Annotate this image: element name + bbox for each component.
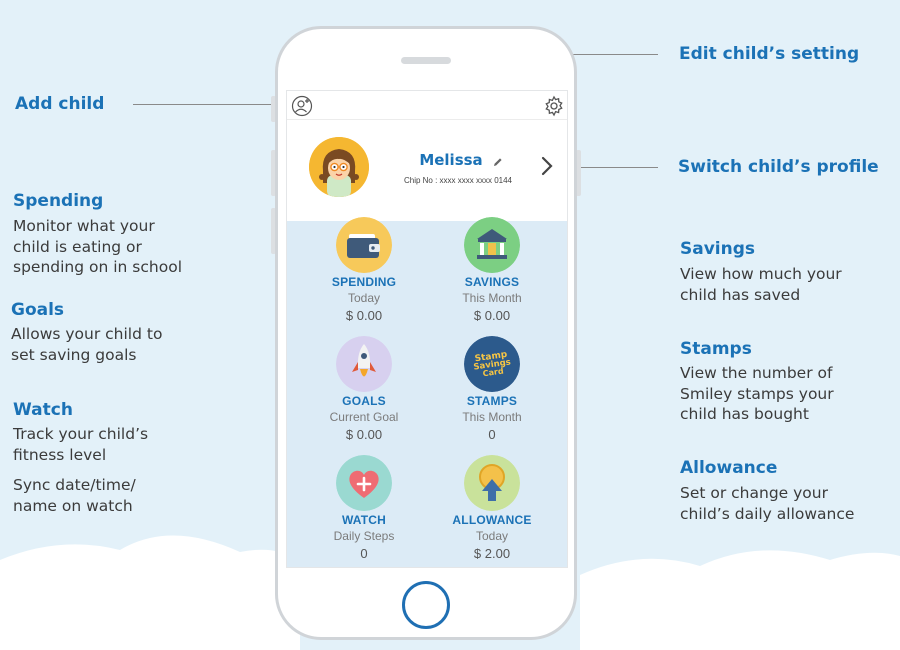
bank-icon [464, 217, 520, 273]
watch-value: 0 [360, 546, 368, 561]
watch-annotation-text: Track your child’s fitness level [13, 424, 148, 465]
savings-annotation-line: child has saved [680, 285, 801, 304]
child-avatar[interactable] [309, 137, 369, 197]
allowance-annotation-title: Allowance [680, 458, 778, 478]
stamps-period: This Month [462, 410, 522, 424]
allowance-value: $ 2.00 [473, 546, 511, 561]
spending-annotation-line: Monitor what your [13, 217, 155, 235]
spending-tile[interactable]: SPENDING Today $ 0.00 [304, 217, 424, 329]
switch-profile-leader-line [578, 167, 658, 168]
add-child-icon[interactable] [291, 95, 313, 117]
stamps-annotation-line: child has bought [680, 405, 809, 423]
allowance-annotation-line: Set or change your [680, 484, 828, 502]
spending-annotation-line: child is eating or [13, 237, 142, 256]
goals-annotation-line: Allows your child to [11, 325, 163, 343]
stamps-annotation-line: Smiley stamps your [680, 384, 834, 403]
goals-value: $ 0.00 [345, 427, 383, 442]
stamps-annotation-line: View the number of [680, 364, 833, 382]
allowance-label: ALLOWANCE [452, 513, 532, 527]
app-screen: Melissa Chip No : xxxx xxxx xxxx 0144 SP… [286, 90, 568, 568]
stamps-annotation-text: View the number of Smiley stamps your ch… [680, 363, 834, 425]
watch-sync-annotation-line: name on watch [13, 496, 133, 515]
allowance-annotation-line: child’s daily allowance [680, 504, 855, 523]
savings-tile[interactable]: SAVINGS This Month $ 0.00 [432, 217, 552, 329]
allowance-tile[interactable]: ALLOWANCE Today $ 2.00 [432, 455, 552, 567]
savings-annotation-title: Savings [680, 239, 756, 259]
watch-annotation-line: Track your child’s [13, 425, 149, 443]
edit-setting-annotation-title: Edit child’s setting [679, 44, 860, 64]
watch-annotation-title: Watch [13, 400, 73, 420]
savings-annotation-line: View how much your [680, 265, 842, 283]
watch-tile[interactable]: WATCH Daily Steps 0 [304, 455, 424, 567]
goals-annotation-line: set saving goals [11, 345, 137, 364]
spending-label: SPENDING [331, 275, 397, 289]
spending-annotation-text: Monitor what your child is eating or spe… [13, 216, 182, 278]
goals-annotation-text: Allows your child to set saving goals [11, 324, 162, 365]
savings-period: This Month [462, 291, 522, 305]
girl-avatar-icon [309, 137, 369, 197]
stamps-value: 0 [488, 427, 496, 442]
spending-value: $ 0.00 [345, 308, 383, 323]
phone-speaker [401, 57, 451, 64]
spending-annotation-line: spending on in school [13, 258, 182, 276]
top-bar-divider [287, 119, 567, 120]
stamp-card-icon: Stamp Savings Card [464, 336, 520, 392]
phone-home-button[interactable] [402, 581, 450, 629]
allowance-annotation-text: Set or change your child’s daily allowan… [680, 483, 854, 524]
goals-annotation-title: Goals [11, 300, 65, 320]
allowance-period: Today [475, 529, 509, 543]
switch-profile-annotation-title: Switch child’s profile [678, 157, 879, 177]
stamps-label: STAMPS [466, 394, 518, 408]
coin-arrow-icon [464, 455, 520, 511]
watch-sync-annotation-line: Sync date/time/ [13, 476, 136, 494]
chevron-right-icon[interactable] [540, 155, 554, 177]
heart-plus-icon [336, 455, 392, 511]
spending-annotation-title: Spending [13, 191, 104, 211]
add-child-annotation-title: Add child [15, 94, 105, 114]
settings-gear-icon[interactable] [543, 95, 565, 117]
stamps-tile[interactable]: Stamp Savings Card STAMPS This Month 0 [432, 336, 552, 448]
watch-sync-annotation-text: Sync date/time/ name on watch [13, 475, 136, 516]
goals-tile[interactable]: GOALS Current Goal $ 0.00 [304, 336, 424, 448]
watch-period: Daily Steps [333, 529, 395, 543]
wallet-icon [336, 217, 392, 273]
savings-value: $ 0.00 [473, 308, 511, 323]
chip-number: Chip No : xxxx xxxx xxxx 0144 [403, 176, 513, 185]
savings-annotation-text: View how much your child has saved [680, 264, 842, 305]
rocket-icon [336, 336, 392, 392]
spending-period: Today [347, 291, 381, 305]
edit-pencil-icon[interactable] [493, 157, 503, 167]
savings-label: SAVINGS [464, 275, 520, 289]
add-child-leader-line [133, 104, 283, 105]
watch-annotation-line: fitness level [13, 445, 107, 464]
goals-period: Current Goal [329, 410, 399, 424]
stamps-annotation-title: Stamps [680, 339, 752, 359]
watch-label: WATCH [341, 513, 387, 527]
goals-label: GOALS [342, 394, 386, 408]
